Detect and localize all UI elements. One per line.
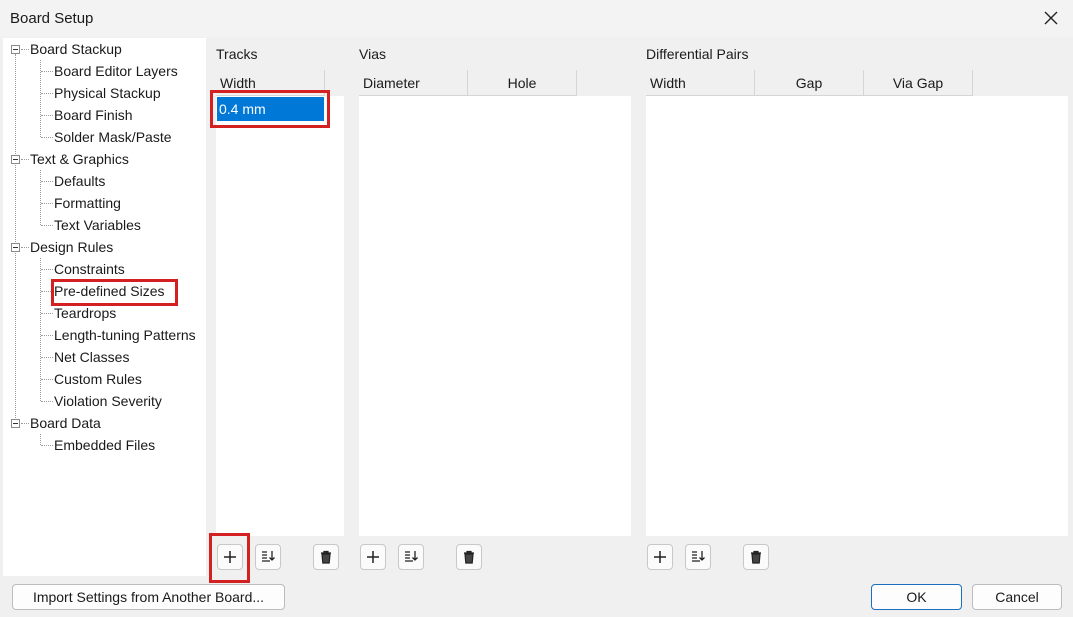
- tree-item-label: Text Variables: [54, 217, 141, 233]
- vias-diameter-header[interactable]: Diameter: [359, 70, 468, 96]
- vias-add-button[interactable]: [360, 544, 386, 570]
- collapse-icon[interactable]: [11, 45, 20, 54]
- tree-connector: [41, 93, 53, 94]
- tree-item-embedded-files[interactable]: Embedded Files: [3, 434, 203, 456]
- vias-delete-button[interactable]: [456, 544, 482, 570]
- tree-item-label: Physical Stackup: [54, 85, 161, 101]
- tree-group-text-graphics[interactable]: Text & Graphics: [3, 148, 203, 170]
- collapse-icon[interactable]: [11, 419, 20, 428]
- highlight-box: [209, 533, 250, 583]
- tree-item-defaults[interactable]: Defaults: [3, 170, 203, 192]
- tree-connector: [41, 401, 53, 402]
- cancel-button[interactable]: Cancel: [972, 584, 1062, 610]
- tree-group-design-rules[interactable]: Design Rules: [3, 236, 203, 258]
- tree-item-constraints[interactable]: Constraints: [3, 258, 203, 280]
- tree-item-label: Violation Severity: [54, 393, 162, 409]
- trash-icon: [751, 550, 761, 564]
- diff-pairs-width-header[interactable]: Width: [646, 70, 755, 96]
- tree-group-board-stackup[interactable]: Board Stackup: [3, 38, 203, 60]
- tree-item-label: Board Finish: [54, 107, 133, 123]
- tree-connector: [41, 181, 53, 182]
- diff-pairs-via-gap-header[interactable]: Via Gap: [864, 70, 973, 96]
- tree-item-length-tuning-patterns[interactable]: Length-tuning Patterns: [3, 324, 206, 346]
- collapse-icon[interactable]: [11, 155, 20, 164]
- tree-group-board-data[interactable]: Board Data: [3, 412, 203, 434]
- vias-sort-button[interactable]: [398, 544, 424, 570]
- tree-connector: [41, 357, 53, 358]
- tree-item-label: Length-tuning Patterns: [54, 327, 196, 343]
- tree-connector: [41, 71, 53, 72]
- plus-icon: [367, 551, 379, 563]
- sort-down-icon: [692, 551, 705, 562]
- close-button[interactable]: [1036, 4, 1066, 32]
- tree-connector: [21, 423, 29, 424]
- tree-connector: [41, 225, 53, 226]
- tree-item-label: Formatting: [54, 195, 121, 211]
- tree-group-label: Text & Graphics: [30, 151, 129, 167]
- tree-item-violation-severity[interactable]: Violation Severity: [3, 390, 203, 412]
- tree-group-label: Board Data: [30, 415, 101, 431]
- tree-connector: [41, 335, 53, 336]
- tree-item-physical-stackup[interactable]: Physical Stackup: [3, 82, 203, 104]
- tree-item-text-variables[interactable]: Text Variables: [3, 214, 203, 236]
- tree-item-label: Net Classes: [54, 349, 130, 365]
- diff-pairs-gap-header[interactable]: Gap: [755, 70, 864, 96]
- tree-group-label: Board Stackup: [30, 41, 122, 57]
- tree-connector: [41, 269, 53, 270]
- title-bar: Board Setup: [0, 0, 1073, 37]
- tracks-delete-button[interactable]: [313, 544, 339, 570]
- diff-pairs-title: Differential Pairs: [646, 46, 749, 62]
- tree-item-label: Defaults: [54, 173, 106, 189]
- tree-item-label: Board Editor Layers: [54, 63, 178, 79]
- tree-connector: [21, 49, 29, 50]
- ok-button[interactable]: OK: [871, 584, 962, 610]
- tree-connector: [41, 115, 53, 116]
- tree-item-label: Constraints: [54, 261, 125, 277]
- tree-connector: [41, 137, 53, 138]
- tree-connector: [41, 445, 53, 446]
- tree-item-solder-mask-paste[interactable]: Solder Mask/Paste: [3, 126, 203, 148]
- tree-item-custom-rules[interactable]: Custom Rules: [3, 368, 203, 390]
- tree-group-label: Design Rules: [30, 239, 114, 255]
- highlight-box: [210, 90, 330, 128]
- sort-down-icon: [405, 551, 418, 562]
- trash-icon: [321, 550, 331, 564]
- window-title: Board Setup: [10, 10, 94, 27]
- diff-pairs-grid[interactable]: [646, 96, 1068, 536]
- tree-connector: [41, 379, 53, 380]
- import-settings-button[interactable]: Import Settings from Another Board...: [12, 584, 285, 610]
- highlight-box: [51, 279, 178, 306]
- vias-hole-header[interactable]: Hole: [468, 70, 577, 96]
- tree-item-label: Custom Rules: [54, 371, 142, 387]
- tree-item-board-editor-layers[interactable]: Board Editor Layers: [3, 60, 203, 82]
- tree-item-label: Solder Mask/Paste: [54, 129, 172, 145]
- tree-item-net-classes[interactable]: Net Classes: [3, 346, 203, 368]
- diff-pairs-delete-button[interactable]: [743, 544, 769, 570]
- tracks-title: Tracks: [216, 46, 258, 62]
- tree-item-formatting[interactable]: Formatting: [3, 192, 203, 214]
- vias-grid[interactable]: [359, 96, 631, 536]
- tracks-grid[interactable]: [216, 96, 344, 536]
- tree-connector: [21, 159, 29, 160]
- plus-icon: [654, 551, 666, 563]
- tree-item-label: Embedded Files: [54, 437, 156, 453]
- diff-pairs-add-button[interactable]: [647, 544, 673, 570]
- sort-down-icon: [262, 551, 275, 562]
- trash-icon: [464, 550, 474, 564]
- close-icon: [1044, 11, 1058, 25]
- tracks-sort-button[interactable]: [255, 544, 281, 570]
- vias-title: Vias: [359, 46, 386, 62]
- tree-connector: [41, 313, 53, 314]
- tree-connector: [41, 203, 53, 204]
- tree-item-board-finish[interactable]: Board Finish: [3, 104, 203, 126]
- collapse-icon[interactable]: [11, 243, 20, 252]
- diff-pairs-sort-button[interactable]: [685, 544, 711, 570]
- tree-connector: [21, 247, 29, 248]
- settings-tree: Board Stackup Board Editor Layers Physic…: [3, 38, 206, 576]
